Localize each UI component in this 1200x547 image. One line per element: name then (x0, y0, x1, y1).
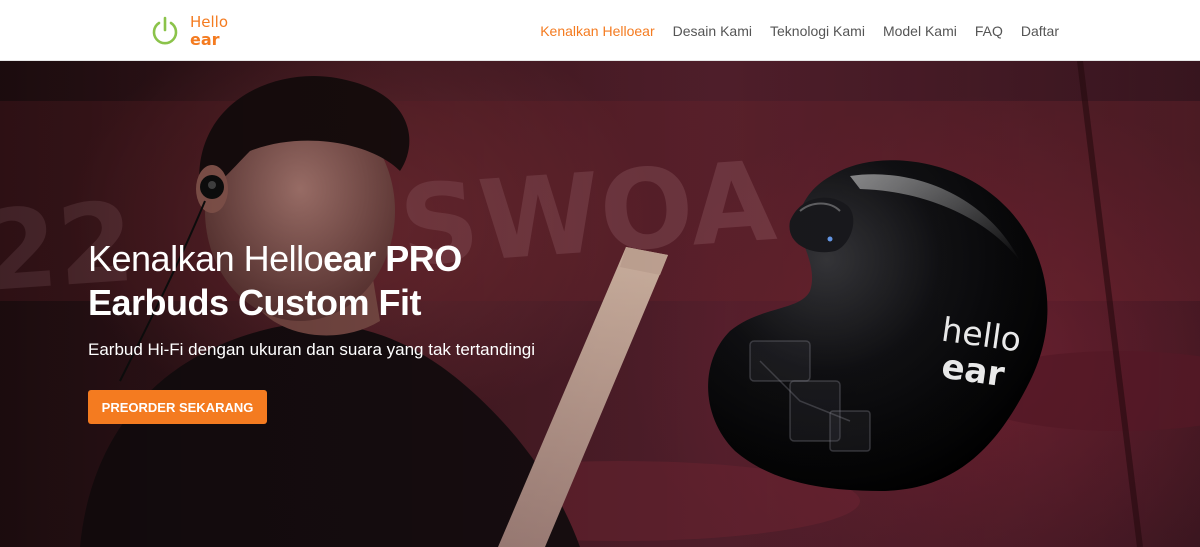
hero-subtitle: Earbud Hi-Fi dengan ukuran dan suara yan… (88, 340, 536, 359)
nav-item-desain-kami[interactable]: Desain Kami (673, 23, 752, 39)
preorder-button[interactable]: PREORDER SEKARANG (88, 390, 267, 424)
nav-item-teknologi-kami[interactable]: Teknologi Kami (770, 23, 865, 39)
brand-logo[interactable]: Hello ear (150, 11, 228, 51)
hero-title-part1: Kenalkan Hello (88, 238, 324, 279)
brand-wordmark: Hello ear (190, 13, 229, 49)
power-icon (152, 16, 178, 45)
main-nav: Kenalkan Helloear Desain Kami Teknologi … (540, 0, 1059, 61)
brand-line1: Hello (190, 13, 229, 31)
nav-item-daftar[interactable]: Daftar (1021, 23, 1059, 39)
hero-title-part2: ear PRO (323, 238, 462, 279)
hero-title: Kenalkan Helloear PRO Earbuds Custom Fit (88, 237, 708, 325)
hero-title-line2: Earbuds Custom Fit (88, 282, 422, 323)
nav-item-kenalkan-helloear[interactable]: Kenalkan Helloear (540, 23, 654, 39)
brand-line2: ear (190, 30, 220, 49)
navbar: Hello ear Kenalkan Helloear Desain Kami … (0, 0, 1200, 61)
hero-section: 22 SWOA (0, 61, 1200, 547)
nav-item-faq[interactable]: FAQ (975, 23, 1003, 39)
nav-item-model-kami[interactable]: Model Kami (883, 23, 957, 39)
